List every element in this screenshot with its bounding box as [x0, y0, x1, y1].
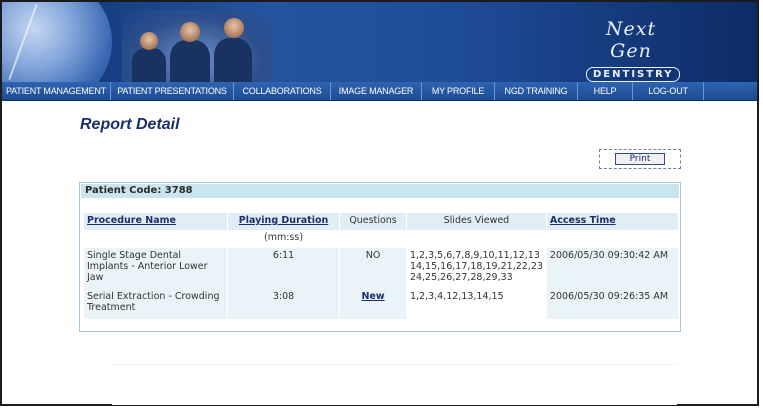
page-frame: Next Gen DENTISTRY Patient Management Pa…	[0, 0, 759, 406]
col-slides: Slides Viewed	[406, 213, 546, 230]
nav-image-manager[interactable]: Image Manager	[331, 82, 422, 100]
report-panel: Patient Code: 3788 Procedure Name Playin…	[79, 182, 681, 332]
table-subheader-row: (mm:ss)	[84, 230, 678, 248]
row-questions: New	[340, 289, 406, 319]
row-duration: 6:11	[227, 248, 340, 289]
person-head	[180, 22, 200, 42]
nav-my-profile[interactable]: My Profile	[422, 82, 495, 100]
col-questions: Questions	[340, 213, 406, 230]
person-head	[140, 32, 158, 50]
nav-collaborations[interactable]: Collaborations	[234, 82, 331, 100]
row-questions: NO	[340, 248, 406, 289]
person-head	[224, 18, 244, 38]
row-access-time: 2006/05/30 09:30:42 AM	[546, 248, 678, 289]
footer-area	[112, 364, 677, 405]
nav-patient-management[interactable]: Patient Management	[2, 82, 111, 100]
questions-new-link[interactable]: New	[361, 291, 384, 302]
table-row: Serial Extraction - Crowding Treatment 3…	[84, 289, 678, 319]
row-duration: 3:08	[227, 289, 340, 319]
report-table: Procedure Name Playing Duration Question…	[83, 213, 679, 319]
main-nav: Patient Management Patient Presentations…	[2, 82, 757, 101]
col-procedure: Procedure Name	[84, 213, 227, 230]
playing-duration-sort-link[interactable]: Playing Duration	[239, 215, 329, 226]
globe-graphic	[2, 2, 112, 82]
row-access-time: 2006/05/30 09:26:35 AM	[546, 289, 678, 319]
person-body	[132, 48, 166, 82]
brand-logo[interactable]: Next Gen DENTISTRY	[586, 18, 681, 82]
print-button[interactable]: Print	[614, 153, 666, 165]
row-slides: 1,2,3,4,12,13,14,15	[406, 289, 546, 319]
logo-line2: DENTISTRY	[586, 67, 681, 82]
table-header-row: Procedure Name Playing Duration Question…	[84, 213, 678, 230]
procedure-name-sort-link[interactable]: Procedure Name	[87, 215, 176, 226]
access-time-sort-link[interactable]: Access Time	[550, 215, 616, 226]
person-body	[170, 40, 210, 82]
person-body	[214, 38, 252, 82]
logo-line1: Next Gen	[605, 18, 657, 62]
nav-ngd-training[interactable]: NGD Training	[495, 82, 578, 100]
patient-code: Patient Code: 3788	[81, 184, 679, 198]
team-photo	[122, 10, 272, 82]
duration-unit: (mm:ss)	[227, 230, 340, 248]
header-banner: Next Gen DENTISTRY	[2, 2, 757, 82]
row-procedure: Single Stage Dental Implants - Anterior …	[84, 248, 227, 289]
table-row: Single Stage Dental Implants - Anterior …	[84, 248, 678, 289]
nav-log-out[interactable]: Log-Out	[633, 82, 704, 100]
nav-help[interactable]: Help	[578, 82, 633, 100]
row-slides: 1,2,3,5,6,7,8,9,10,11,12,13 14,15,16,17,…	[406, 248, 546, 289]
row-procedure: Serial Extraction - Crowding Treatment	[84, 289, 227, 319]
page-title: Report Detail	[80, 116, 180, 133]
nav-patient-presentations[interactable]: Patient Presentations	[111, 82, 234, 100]
col-duration: Playing Duration	[227, 213, 340, 230]
col-access: Access Time	[546, 213, 678, 230]
print-area: Print	[599, 149, 681, 169]
